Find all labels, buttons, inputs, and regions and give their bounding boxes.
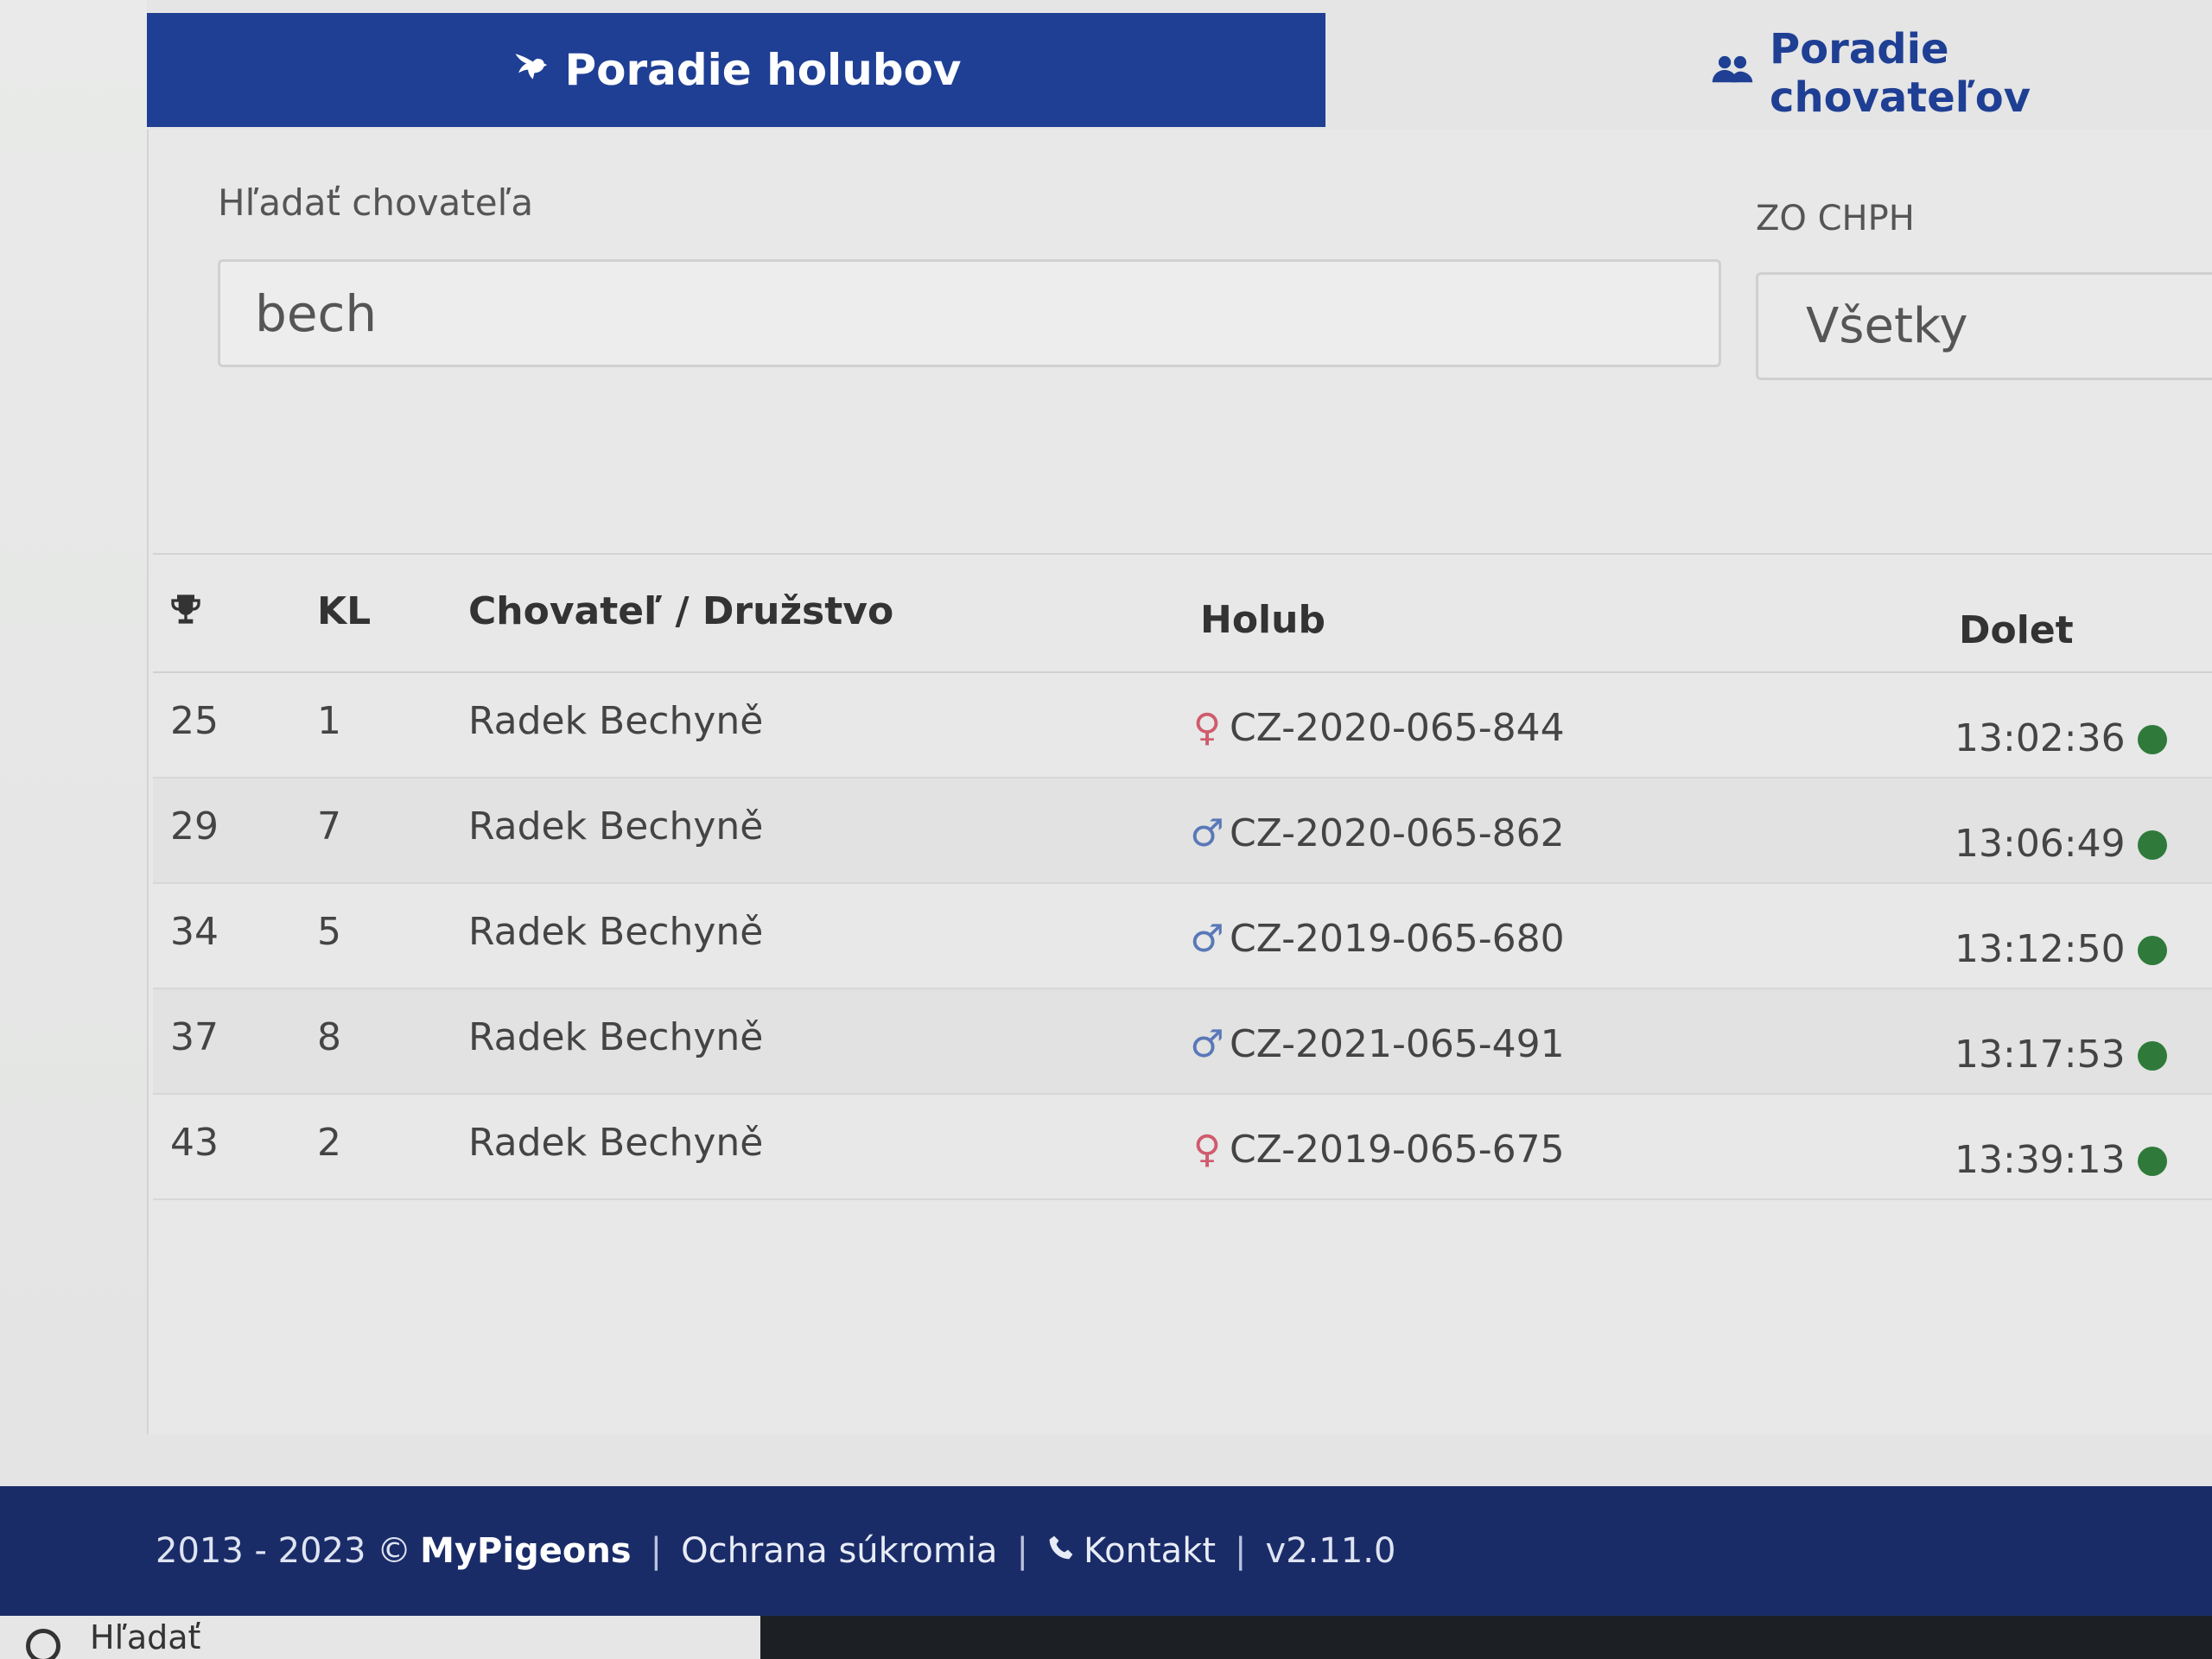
- breeder-cell[interactable]: Radek Bechyně: [468, 910, 763, 954]
- pigeon-cell[interactable]: ♀ CZ-2019-065-675: [1190, 1128, 1565, 1172]
- breeder-cell[interactable]: Radek Bechyně: [468, 699, 763, 743]
- column-header-arrival[interactable]: Dolet: [1959, 608, 2074, 652]
- search-icon: [26, 1629, 60, 1659]
- results-table: KL Chovateľ / Družstvo Holub Dolet 25 1 Ra…: [153, 553, 2212, 1200]
- pigeon-ring-number: CZ-2021-065-491: [1230, 1022, 1565, 1066]
- kl-cell: 7: [317, 804, 341, 849]
- os-taskbar: Hľadať: [0, 1616, 2212, 1659]
- arrival-cell: 13:17:53: [1955, 1033, 2167, 1077]
- users-icon: [1711, 51, 1754, 96]
- pigeon-cell[interactable]: ♀ CZ-2020-065-844: [1190, 706, 1565, 750]
- column-header-pigeon[interactable]: Holub: [1200, 598, 1325, 642]
- pigeon-ring-number: CZ-2019-065-675: [1230, 1128, 1565, 1172]
- status-dot-icon: [2137, 725, 2167, 754]
- column-header-breeder[interactable]: Chovateľ / Družstvo: [468, 589, 893, 633]
- taskbar-search-text: Hľadať: [90, 1618, 201, 1656]
- pigeon-ring-number: CZ-2020-065-862: [1230, 811, 1565, 855]
- arrival-time: 13:39:13: [1955, 1138, 2126, 1182]
- rank-cell: 29: [170, 804, 219, 849]
- status-dot-icon: [2137, 936, 2167, 965]
- column-header-kl[interactable]: KL: [317, 589, 371, 633]
- kl-cell: 8: [317, 1015, 341, 1059]
- female-icon: ♀: [1192, 706, 1222, 750]
- tab-pigeon-ranking[interactable]: Poradie holubov: [147, 13, 1325, 127]
- breeder-cell[interactable]: Radek Bechyně: [468, 1015, 763, 1059]
- contact-link[interactable]: Kontakt: [1084, 1531, 1216, 1571]
- rank-cell: 37: [170, 1015, 219, 1059]
- kl-cell: 2: [317, 1121, 341, 1165]
- tab-bar: Poradie holubov Poradie chovateľov: [147, 0, 2212, 131]
- taskbar-search[interactable]: Hľadať: [0, 1616, 760, 1659]
- arrival-time: 13:12:50: [1955, 927, 2126, 971]
- tab-pigeon-ranking-label: Poradie holubov: [564, 45, 962, 95]
- dove-icon: [511, 48, 549, 92]
- rank-cell: 25: [170, 699, 219, 743]
- organization-select-value: Všetky: [1806, 298, 1968, 354]
- kl-cell: 5: [317, 910, 341, 954]
- pigeon-cell[interactable]: ♂ CZ-2020-065-862: [1190, 811, 1565, 855]
- organization-label: ZO CHPH: [1756, 199, 1915, 238]
- phone-icon: [1047, 1531, 1075, 1571]
- arrival-time: 13:02:36: [1955, 716, 2126, 760]
- arrival-cell: 13:06:49: [1955, 822, 2167, 866]
- status-dot-icon: [2137, 1041, 2167, 1071]
- status-dot-icon: [2137, 1147, 2167, 1176]
- table-row[interactable]: 37 8 Radek Bechyně ♂ CZ-2021-065-491 13:17:53: [153, 989, 2212, 1095]
- arrival-cell: 13:12:50: [1955, 927, 2167, 971]
- organization-select[interactable]: Všetky: [1756, 272, 2212, 380]
- male-icon: ♂: [1190, 917, 1224, 961]
- table-header: KL Chovateľ / Družstvo Holub Dolet: [153, 555, 2212, 673]
- pigeon-cell[interactable]: ♂ CZ-2019-065-680: [1190, 917, 1565, 961]
- tab-breeder-ranking[interactable]: Poradie chovateľov: [1711, 25, 2212, 122]
- footer-separator: |: [1235, 1531, 1247, 1571]
- male-icon: ♂: [1190, 811, 1224, 855]
- pigeon-ring-number: CZ-2019-065-680: [1230, 917, 1565, 961]
- status-dot-icon: [2137, 830, 2167, 860]
- table-row[interactable]: 43 2 Radek Bechyně ♀ CZ-2019-065-675 13:39:13: [153, 1095, 2212, 1200]
- rank-cell: 34: [170, 910, 219, 954]
- footer-separator: |: [1016, 1531, 1028, 1571]
- table-row[interactable]: 34 5 Radek Bechyně ♂ CZ-2019-065-680 13:12:50: [153, 884, 2212, 989]
- footer-brand[interactable]: MyPigeons: [420, 1531, 631, 1571]
- breeder-cell[interactable]: Radek Bechyně: [468, 1121, 763, 1165]
- breeder-cell[interactable]: Radek Bechyně: [468, 804, 763, 849]
- kl-cell: 1: [317, 699, 341, 743]
- pigeon-ring-number: CZ-2020-065-844: [1230, 706, 1565, 750]
- privacy-link[interactable]: Ochrana súkromia: [681, 1531, 997, 1571]
- table-row[interactable]: 25 1 Radek Bechyně ♀ CZ-2020-065-844 13:02:36: [153, 673, 2212, 779]
- pigeon-cell[interactable]: ♂ CZ-2021-065-491: [1190, 1022, 1565, 1066]
- arrival-cell: 13:02:36: [1955, 716, 2167, 760]
- male-icon: ♂: [1190, 1022, 1224, 1066]
- arrival-time: 13:17:53: [1955, 1033, 2126, 1077]
- table-row[interactable]: 29 7 Radek Bechyně ♂ CZ-2020-065-862 13:06:49: [153, 779, 2212, 884]
- footer-copyright: 2013 - 2023 ©: [156, 1531, 412, 1571]
- trophy-icon[interactable]: [168, 591, 203, 636]
- female-icon: ♀: [1192, 1128, 1222, 1172]
- arrival-cell: 13:39:13: [1955, 1138, 2167, 1182]
- table-body: 25 1 Radek Bechyně ♀ CZ-2020-065-844 13:02:36…: [153, 673, 2212, 1200]
- footer: 2013 - 2023 © MyPigeons | Ochrana súkrom…: [0, 1486, 2212, 1616]
- tab-breeder-ranking-label: Poradie chovateľov: [1770, 25, 2031, 122]
- breeder-search-input[interactable]: [218, 259, 1721, 367]
- search-label: Hľadať chovateľa: [218, 181, 534, 224]
- arrival-time: 13:06:49: [1955, 822, 2126, 866]
- footer-separator: |: [650, 1531, 663, 1571]
- page: Poradie holubov Poradie chovateľov Hľada…: [0, 0, 2212, 1659]
- rank-cell: 43: [170, 1121, 219, 1165]
- app-version: v2.11.0: [1265, 1531, 1396, 1571]
